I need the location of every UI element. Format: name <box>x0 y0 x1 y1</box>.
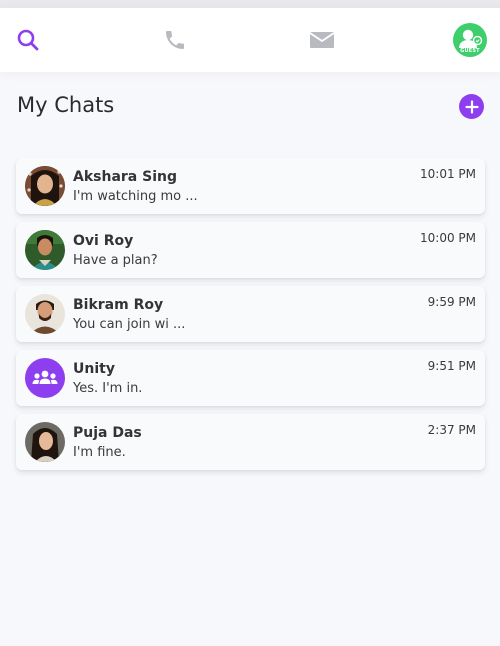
group-icon <box>32 370 58 384</box>
search-icon <box>17 29 39 51</box>
chat-preview: You can join wi ... <box>73 317 186 332</box>
avatar <box>25 230 65 270</box>
chat-name: Ovi Roy <box>73 233 134 249</box>
chat-time: 10:01 PM <box>420 167 476 181</box>
guest-badge: GUEST <box>460 48 480 54</box>
chat-name: Bikram Roy <box>73 297 164 313</box>
chat-name: Akshara Sing <box>73 169 177 185</box>
chat-preview: I'm watching mo ... <box>73 189 198 204</box>
top-nav: GUEST <box>0 8 500 72</box>
messages-button[interactable] <box>302 8 342 72</box>
top-strip <box>0 0 500 8</box>
chat-item-unity[interactable]: Unity Yes. I'm in. 9:51 PM <box>16 350 485 406</box>
chat-time: 9:51 PM <box>427 359 476 373</box>
chat-item-ovi-roy[interactable]: Ovi Roy Have a plan? 10:00 PM <box>16 222 485 278</box>
chat-preview: I'm fine. <box>73 445 126 460</box>
profile-button[interactable]: GUEST <box>448 8 492 72</box>
new-chat-button[interactable] <box>459 94 484 119</box>
search-button[interactable] <box>8 8 48 72</box>
avatar <box>25 166 65 206</box>
plus-icon <box>464 99 479 114</box>
chat-item-puja-das[interactable]: Puja Das I'm fine. 2:37 PM <box>16 414 485 470</box>
mail-icon <box>309 32 335 48</box>
chat-time: 2:37 PM <box>427 423 476 437</box>
chat-preview: Yes. I'm in. <box>73 381 143 396</box>
page-title: My Chats <box>17 93 115 117</box>
avatar <box>25 422 65 462</box>
chat-item-bikram-roy[interactable]: Bikram Roy You can join wi ... 9:59 PM <box>16 286 485 342</box>
group-avatar <box>25 358 65 398</box>
guest-avatar-icon: GUEST <box>453 23 487 57</box>
chat-preview: Have a plan? <box>73 253 158 268</box>
chats-header: My Chats <box>0 72 500 138</box>
chat-time: 9:59 PM <box>427 295 476 309</box>
calls-button[interactable] <box>155 8 195 72</box>
chat-name: Unity <box>73 361 115 377</box>
chat-name: Puja Das <box>73 425 142 441</box>
avatar <box>25 294 65 334</box>
chat-time: 10:00 PM <box>420 231 476 245</box>
chat-list: Akshara Sing I'm watching mo ... 10:01 P… <box>16 158 485 478</box>
phone-icon <box>166 31 184 49</box>
chat-item-akshara-sing[interactable]: Akshara Sing I'm watching mo ... 10:01 P… <box>16 158 485 214</box>
